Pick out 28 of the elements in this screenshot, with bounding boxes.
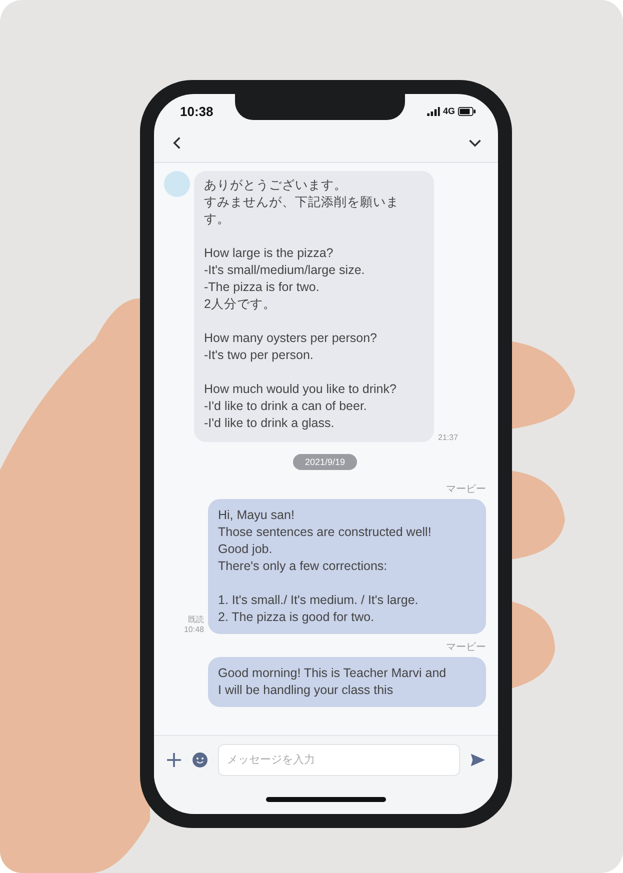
date-chip: 2021/9/19: [292, 454, 358, 470]
message-line: How large is the pizza?: [204, 245, 334, 262]
status-time: 10:38: [180, 104, 214, 119]
message-line: すみませんが、下記添削を願います。: [204, 194, 400, 228]
plus-icon[interactable]: [166, 752, 182, 768]
network-label: 4G: [442, 106, 455, 116]
message-line: How much would you like to drink?: [204, 381, 398, 398]
message-line: -I'd like to drink a can of beer.: [204, 398, 368, 415]
message-line: -It's two per person.: [204, 347, 314, 364]
signal-icon: [426, 106, 440, 116]
read-receipt: 既読: [188, 614, 204, 625]
sender-name: マービー: [446, 641, 486, 654]
avatar: [164, 171, 190, 197]
sender-name: マービー: [446, 483, 486, 496]
message-time: 21:37: [438, 433, 458, 442]
message-line: -I'd like to drink a glass.: [204, 415, 336, 432]
emoji-icon[interactable]: [192, 752, 208, 768]
message-line: -The pizza is for two.: [204, 279, 320, 296]
sent-message: Good morning! This is Teacher Marvi and I will be handling your class this: [208, 657, 486, 707]
message-line: 2人分です。: [204, 296, 277, 313]
message-line: How many oysters per person?: [204, 330, 378, 347]
message-input[interactable]: メッセージを入力: [218, 744, 460, 776]
message-time: 10:48: [184, 625, 204, 634]
message-line: ありがとうございます。: [204, 177, 348, 194]
sent-message: Hi, Mayu san! Those sentences are constructed well! Good job. There's only a few corrections: 1. It's small./ It's medium. / It's large. 2. The pizza is good for two.: [208, 499, 486, 634]
message-line: -It's small/medium/large size.: [204, 262, 366, 279]
battery-icon: [458, 106, 476, 116]
send-icon[interactable]: [470, 752, 486, 768]
